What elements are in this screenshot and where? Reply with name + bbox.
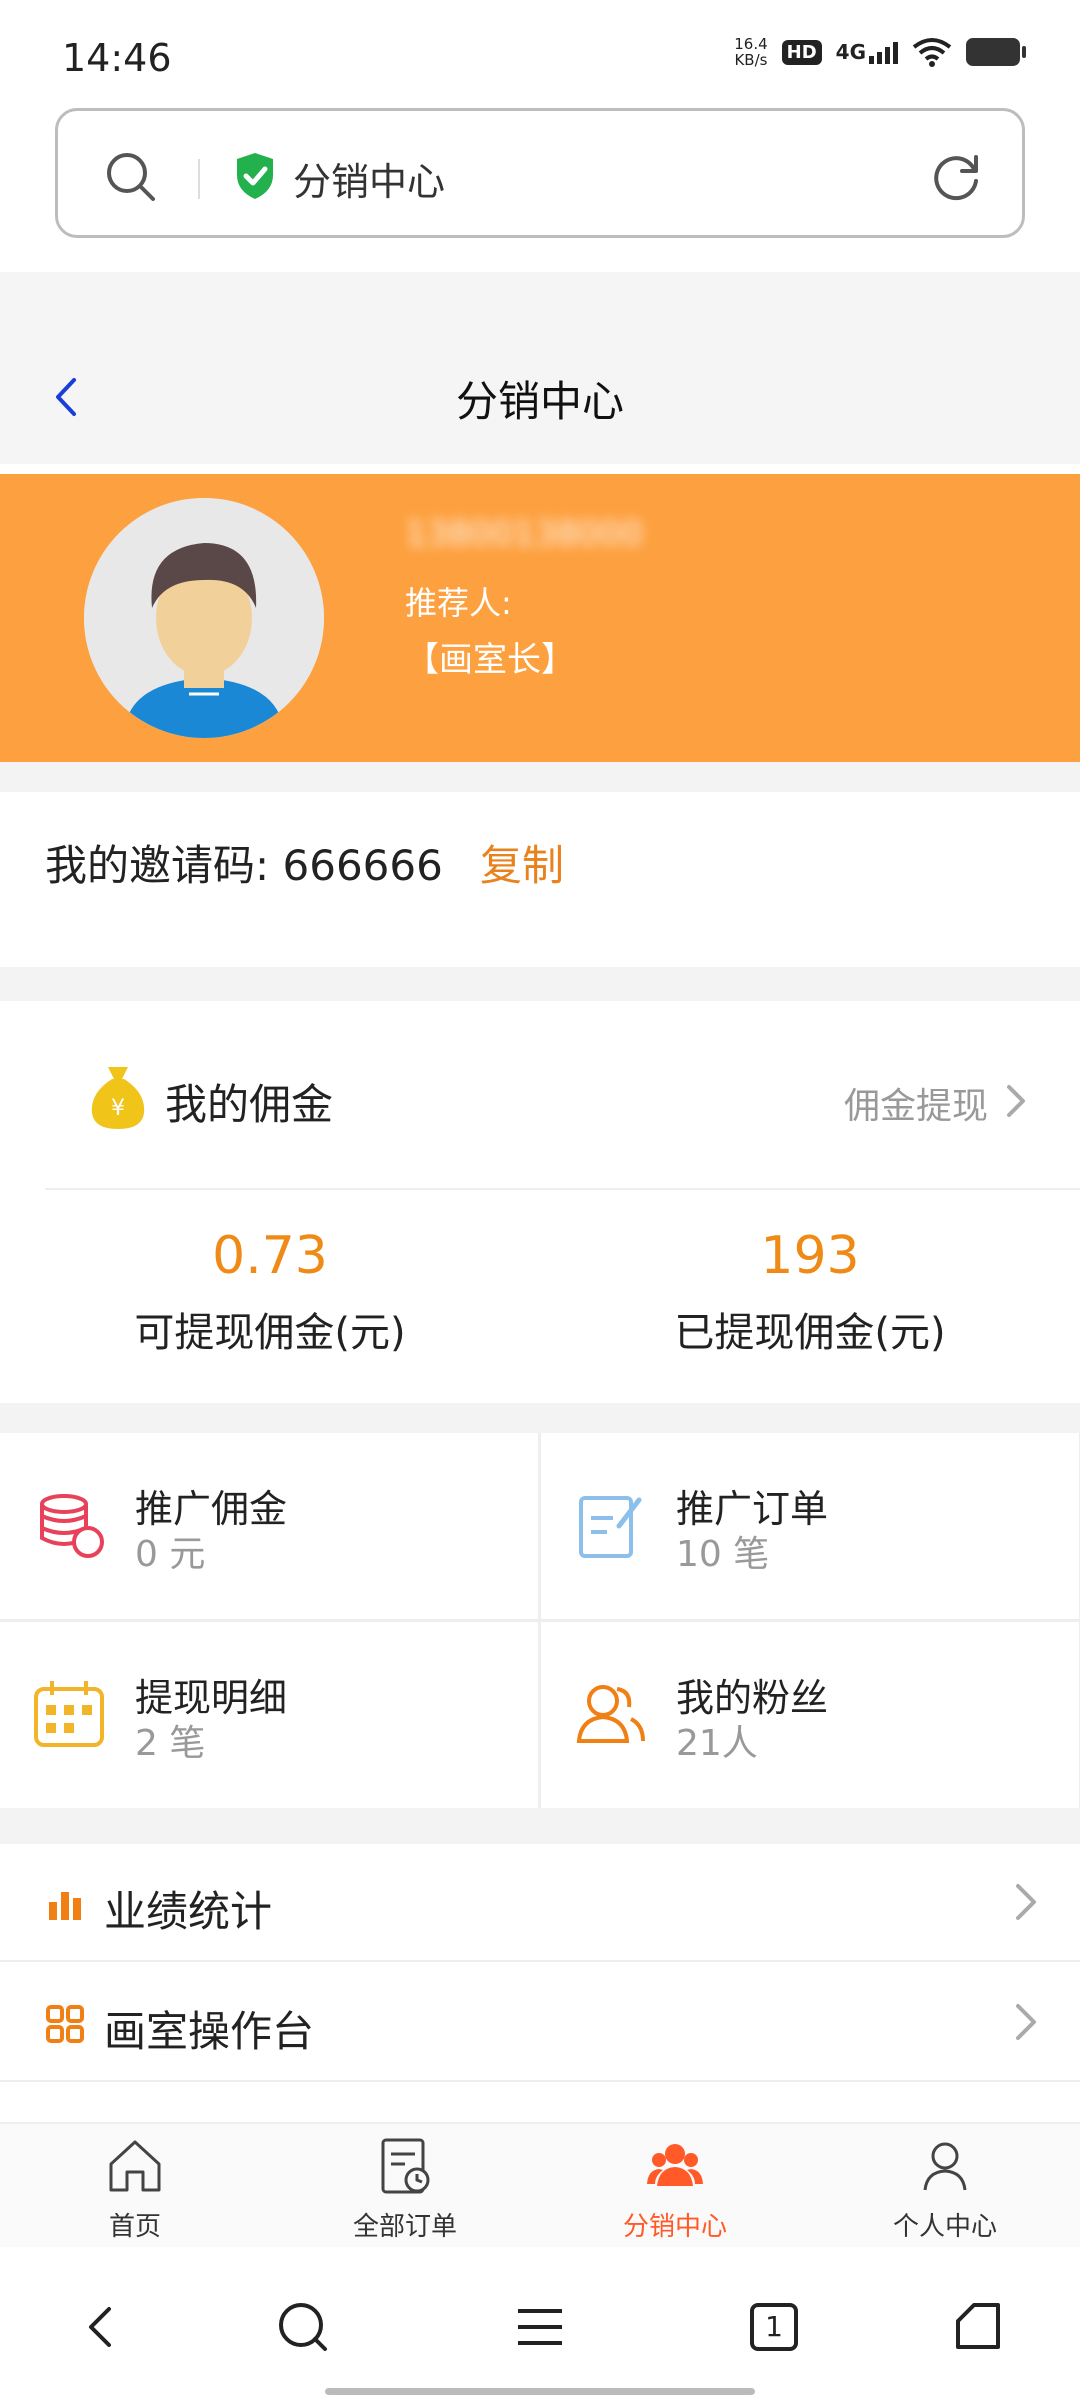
withdrawn-value: 193 [760,1226,860,1286]
users-icon [576,1685,645,1743]
invite-section: 我的邀请码: 666666 复制 [0,792,1080,967]
nav-label: 首页 [108,2212,161,2242]
page-title: 分销中心 [455,377,624,426]
nav-home[interactable]: 首页 [0,2124,270,2249]
section-gap [0,967,1080,1001]
nav-label: 全部订单 [352,2212,457,2242]
status-bar: 14:46 16.4 KB/s HD 4G [0,0,1080,100]
group-icon [647,2144,703,2186]
svg-text:¥: ¥ [111,1096,125,1121]
home-outline-icon[interactable] [950,2299,1006,2355]
tabs-button[interactable]: 1 [750,2303,798,2351]
refresh-icon[interactable] [928,149,984,205]
available-commission: 0.73 可提现佣金(元) [0,1226,540,1358]
system-nav-bar: 1 [0,2247,1080,2400]
section-gap [0,1808,1080,1844]
section-gap [0,762,1080,792]
nav-label: 分销中心 [622,2212,727,2242]
commission-title: 我的佣金 [165,1080,334,1129]
menu-performance[interactable]: 业绩统计 [0,1844,1080,1962]
avatar-icon [84,498,324,738]
menu-studio-console[interactable]: 画室操作台 [0,1964,1080,2082]
chevron-right-icon [1016,2004,1036,2040]
menu-label: 画室操作台 [104,2007,315,2056]
stats-grid: 推广佣金 0 元 推广订单 10 笔 提现明细 2 笔 我的粉丝 21人 [0,1433,1080,1808]
withdraw-link[interactable]: 佣金提现 [844,1077,988,1129]
shop-name: 【画室长】 [405,640,575,680]
money-bag-icon: ¥ [91,1067,145,1129]
home-icon [109,2140,161,2192]
available-value: 0.73 [212,1226,328,1286]
nav-orders[interactable]: 全部订单 [270,2124,540,2249]
withdrawn-commission: 193 已提现佣金(元) [540,1226,1080,1358]
back-icon[interactable] [75,2299,131,2355]
network-type: 4G [835,40,866,64]
cell-value: 10 笔 [676,1534,770,1575]
search-icon[interactable] [103,149,159,205]
browser-url-bar[interactable]: 分销中心 [55,108,1025,238]
cell-value: 0 元 [135,1534,206,1575]
signal-icon: 4G [836,40,898,64]
speed-unit: KB/s [734,51,768,69]
url-title: 分销中心 [293,160,446,204]
speed-value: 16.4 [734,35,768,53]
user-icon [923,2142,967,2191]
bar-chart-icon [49,1892,81,1920]
available-label: 可提现佣金(元) [134,1310,406,1356]
fans-cell[interactable]: 我的粉丝 21人 [541,1622,1079,1808]
invite-code: 我的邀请码: 666666 [45,841,443,890]
status-time: 14:46 [62,36,172,80]
search-icon[interactable] [275,2299,331,2355]
coins-icon [40,1494,104,1558]
hd-icon: HD [781,39,822,65]
edit-document-icon [579,1496,642,1558]
commission-card: ¥ 我的佣金 佣金提现 0.73 可提现佣金(元) 193 已提现佣金(元) [0,1001,1080,1403]
menu-label: 业绩统计 [104,1887,273,1936]
nav-profile[interactable]: 个人中心 [810,2124,1080,2249]
section-gap [0,1403,1080,1433]
nav-distribution[interactable]: 分销中心 [540,2124,810,2249]
orders-icon [381,2138,430,2194]
referrer-label: 推荐人: [405,584,512,622]
bottom-nav: 首页 全部订单 分销中心 个人中心 [0,2122,1080,2247]
nav-label: 个人中心 [892,2212,997,2242]
withdraw-detail-cell[interactable]: 提现明细 2 笔 [0,1622,538,1808]
calendar-icon [34,1681,104,1747]
divider [198,159,200,199]
chevron-right-icon[interactable] [1004,1083,1028,1119]
battery-icon [966,38,1026,66]
chevron-right-icon [1016,1884,1036,1920]
home-indicator[interactable] [325,2388,755,2395]
network-speed: 16.4 KB/s [734,36,767,68]
phone-number: 13800138000 [405,514,643,554]
withdrawn-label: 已提现佣金(元) [674,1310,946,1356]
copy-button[interactable]: 复制 [480,832,564,893]
avatar[interactable] [84,498,324,738]
cell-value: 21人 [676,1723,758,1764]
cell-value: 2 笔 [135,1723,206,1764]
secure-shield-icon [237,153,273,199]
grid-icon [46,2005,84,2043]
promo-orders-cell[interactable]: 推广订单 10 笔 [541,1433,1079,1619]
menu-icon[interactable] [512,2299,568,2355]
promo-commission-cell[interactable]: 推广佣金 0 元 [0,1433,538,1619]
status-icons: 16.4 KB/s HD 4G [734,36,1026,68]
profile-banner: 13800138000 推荐人: 【画室长】 [0,474,1080,762]
tabs-count: 1 [765,2310,783,2343]
divider [45,1188,1080,1190]
wifi-icon [912,38,952,67]
